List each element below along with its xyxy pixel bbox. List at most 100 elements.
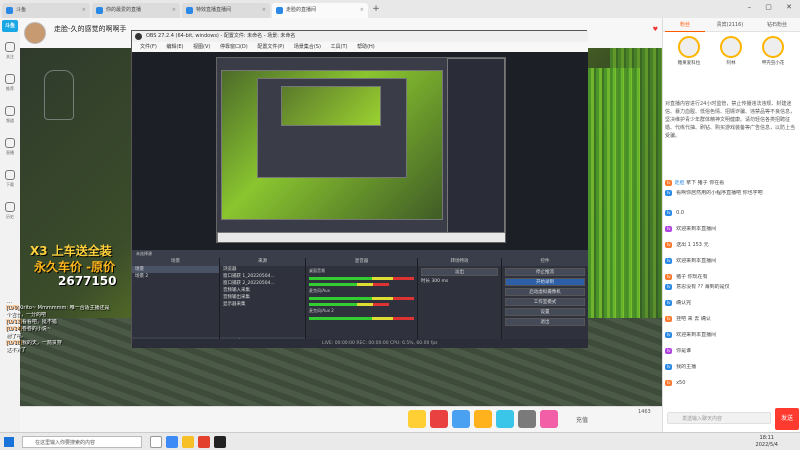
new-tab-button[interactable]: + bbox=[370, 3, 382, 16]
obs-scenes-dock: 场景 场景 场景 2 + − ▢ ∧ ∨ bbox=[132, 258, 220, 346]
level-badge: lv bbox=[665, 210, 673, 216]
preview-screen bbox=[216, 57, 506, 243]
studio-mode-button[interactable]: 工作室模式 bbox=[505, 298, 585, 306]
window-controls[interactable]: – ▢ ✕ bbox=[748, 3, 798, 11]
browser-tab-2[interactable]: 特效直播直播间 × bbox=[182, 3, 270, 18]
sidebar-item-channel[interactable]: 频道 bbox=[0, 102, 20, 132]
heart-icon bbox=[5, 42, 15, 52]
rank-item[interactable]: 阿林 bbox=[711, 34, 751, 78]
app-icon[interactable] bbox=[198, 436, 210, 448]
exit-button[interactable]: 退出 bbox=[505, 318, 585, 326]
sources-dock-title: 来源 bbox=[220, 258, 305, 266]
source-item[interactable]: 窗口捕获 1_20220504... bbox=[220, 273, 305, 280]
tab-diamond[interactable]: 钻石粉丝 bbox=[755, 18, 799, 32]
chat-line: lv 猪子 你现在有 bbox=[665, 274, 708, 280]
tab-favicon-icon bbox=[6, 7, 13, 14]
virtual-camera-button[interactable]: 启动虚拟摄像机 bbox=[505, 288, 585, 296]
gift-bar: 充值 1463 bbox=[20, 406, 662, 432]
obs-menu-tools[interactable]: 工具(T) bbox=[331, 44, 348, 50]
chat-line: lv 挂吧 来 去 确认 bbox=[665, 316, 711, 322]
tv-icon bbox=[5, 138, 15, 148]
gift-item-icon[interactable] bbox=[452, 410, 470, 428]
close-icon[interactable]: × bbox=[172, 3, 176, 18]
audio-meter bbox=[309, 317, 414, 320]
stop-streaming-button[interactable]: 停止推流 bbox=[505, 268, 585, 276]
gift-item-icon[interactable] bbox=[408, 410, 426, 428]
source-item[interactable]: 浏览器 bbox=[220, 266, 305, 273]
obs-transitions-dock: 转场特效 淡出 时长 300 ms bbox=[418, 258, 502, 346]
browser-tab-1[interactable]: 你的最爱的直播 × bbox=[92, 3, 180, 18]
obs-menu-edit[interactable]: 编辑(E) bbox=[166, 44, 183, 50]
obs-app-icon[interactable] bbox=[214, 436, 226, 448]
follow-button[interactable]: ♥ bbox=[653, 26, 658, 33]
sidebar-item-download[interactable]: 下载 bbox=[0, 166, 20, 196]
gift-item-icon[interactable] bbox=[430, 410, 448, 428]
obs-menu-file[interactable]: 文件(F) bbox=[140, 44, 157, 50]
obs-sources-dock: 来源 浏览器 窗口捕获 1_20220504... 窗口捕获 2_2022050… bbox=[220, 258, 306, 346]
source-item[interactable]: 音频输入采集 bbox=[220, 287, 305, 294]
recharge-button[interactable]: 充值 bbox=[576, 415, 588, 424]
clock-time: 18:11 bbox=[759, 435, 774, 441]
obs-title-bar: OBS 27.2.4 (64-bit, windows) - 配置文件: 未命名… bbox=[132, 31, 588, 42]
source-item[interactable]: 窗口捕获 2_20220504... bbox=[220, 280, 305, 287]
obs-menu-help[interactable]: 帮助(H) bbox=[357, 44, 375, 50]
windows-start-icon[interactable] bbox=[4, 437, 14, 447]
obs-preview[interactable] bbox=[132, 52, 588, 250]
volume-slider[interactable] bbox=[309, 303, 389, 306]
sidebar-item-history[interactable]: 历史 bbox=[0, 198, 20, 228]
obs-menu-scene-collection[interactable]: 场景集合(S) bbox=[294, 44, 321, 50]
obs-menu-profile[interactable]: 配置文件(P) bbox=[257, 44, 284, 50]
sidebar-item-live[interactable]: 直播 bbox=[0, 134, 20, 164]
transitions-dock-title: 转场特效 bbox=[418, 258, 501, 266]
right-panel: 粉丝 贵宾(2116) 钻石粉丝 糖果爱科拉 阿林 甲壳虫小花 对直播内容进行2… bbox=[662, 18, 800, 432]
obs-menu-docks[interactable]: 停靠窗口(D) bbox=[220, 44, 248, 50]
gift-item-icon[interactable] bbox=[474, 410, 492, 428]
close-icon[interactable]: × bbox=[82, 3, 86, 18]
site-logo[interactable]: 斗鱼 bbox=[2, 20, 18, 32]
task-view-icon[interactable] bbox=[150, 436, 162, 448]
overlay-promo-line-2: 永久车价 -原价 bbox=[34, 260, 116, 274]
avatar[interactable] bbox=[24, 22, 46, 44]
audio-meter bbox=[309, 297, 414, 300]
rank-item[interactable]: 糖果爱科拉 bbox=[669, 34, 709, 78]
tab-vip[interactable]: 贵宾(2116) bbox=[707, 18, 753, 32]
duration-field[interactable]: 时长 300 ms bbox=[418, 278, 501, 285]
taskbar-search-input[interactable]: 在这里输入你要搜索的内容 bbox=[22, 436, 142, 448]
settings-button[interactable]: 设置 bbox=[505, 308, 585, 316]
browser-tab-label: 特效直播直播间 bbox=[196, 7, 232, 13]
sidebar-item-follow[interactable]: 关注 bbox=[0, 38, 20, 68]
overlay-promo-line-1: X3 上车送全装 bbox=[30, 244, 112, 258]
gift-item-icon[interactable] bbox=[518, 410, 536, 428]
browser-app-icon[interactable] bbox=[166, 436, 178, 448]
overlay-chat-line: 射了吧。 bbox=[6, 333, 27, 339]
obs-window[interactable]: OBS 27.2.4 (64-bit, windows) - 配置文件: 未命名… bbox=[131, 30, 588, 348]
gift-item-icon[interactable] bbox=[540, 410, 558, 428]
send-button[interactable]: 发送 bbox=[775, 408, 799, 430]
scene-item[interactable]: 场景 2 bbox=[132, 273, 219, 280]
overlay-chat-line: … bbox=[6, 298, 11, 304]
taskbar-clock[interactable]: 18:11 2022/5/4 bbox=[756, 435, 778, 449]
system-notice: 对直播内容进行24小时监管，禁止传播违法违规、封建迷信、暴力血腥、低俗色情、招嫖… bbox=[665, 101, 796, 139]
folder-app-icon[interactable] bbox=[182, 436, 194, 448]
chat-line: lv 送出 1 153 元 bbox=[665, 242, 709, 248]
gift-item-icon[interactable] bbox=[496, 410, 514, 428]
rank-item[interactable]: 甲壳虫小花 bbox=[753, 34, 793, 78]
volume-slider[interactable] bbox=[309, 283, 389, 286]
obs-menu-view[interactable]: 视图(V) bbox=[193, 44, 210, 50]
start-recording-button[interactable]: 开始录制 bbox=[505, 278, 585, 286]
transition-select[interactable]: 淡出 bbox=[421, 268, 498, 276]
source-item[interactable]: 音频输出采集 bbox=[220, 294, 305, 301]
close-icon[interactable]: × bbox=[360, 3, 364, 18]
chat-input[interactable]: 发送输入聊天内容 bbox=[667, 412, 771, 424]
sidebar-item-recommend[interactable]: 推荐 bbox=[0, 70, 20, 100]
chat-line: lv 意思没有 ?? 海到的是仅 bbox=[665, 284, 730, 290]
close-icon[interactable]: × bbox=[262, 3, 266, 18]
source-item[interactable]: 显示器采集 bbox=[220, 301, 305, 308]
browser-tab-0[interactable]: 斗鱼 × bbox=[2, 3, 90, 18]
obs-title-text: OBS 27.2.4 (64-bit, windows) - 配置文件: 未命名… bbox=[146, 33, 296, 39]
scene-item[interactable]: 场景 bbox=[132, 266, 219, 273]
tab-fans[interactable]: 粉丝 bbox=[665, 18, 705, 32]
level-badge: lv bbox=[665, 348, 673, 354]
overlay-chat-line: [LV13]看看吧，挺不错 bbox=[6, 319, 57, 325]
browser-tab-3[interactable]: 走脸的直播间 × bbox=[272, 3, 368, 18]
